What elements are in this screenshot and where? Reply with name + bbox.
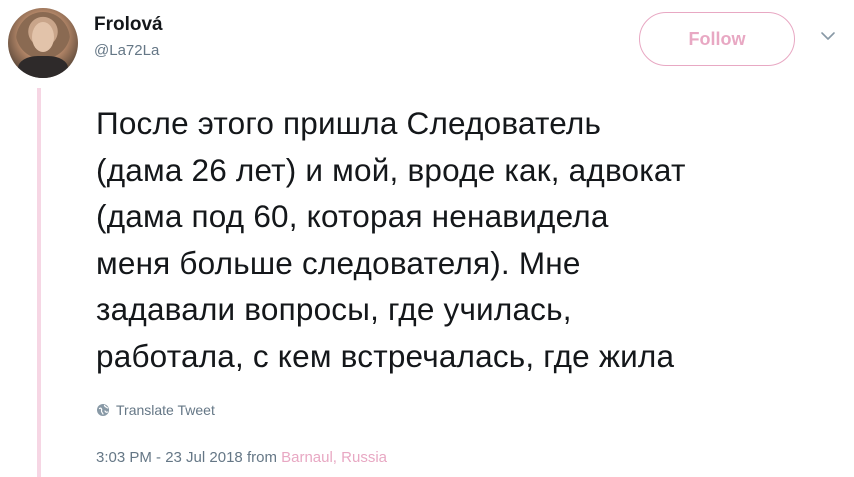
thread-line <box>37 88 41 477</box>
translate-tweet-link[interactable]: Translate Tweet <box>96 402 215 418</box>
from-label: from <box>246 449 277 466</box>
tweet-location[interactable]: Barnaul, Russia <box>281 449 387 466</box>
translate-label: Translate Tweet <box>116 402 215 418</box>
avatar-face <box>32 22 54 52</box>
avatar[interactable] <box>8 8 78 78</box>
follow-button[interactable]: Follow <box>639 12 795 66</box>
tweet-time[interactable]: 3:03 PM - 23 Jul 2018 <box>96 449 243 466</box>
chevron-down-icon[interactable] <box>820 30 836 42</box>
author-name[interactable]: Frolová <box>94 14 163 36</box>
author-handle[interactable]: @La72La <box>94 42 159 59</box>
tweet-metadata: 3:03 PM - 23 Jul 2018 from Barnaul, Russ… <box>96 449 387 466</box>
avatar-body <box>18 56 68 78</box>
tweet-text: После этого пришла Следователь (дама 26 … <box>96 105 686 374</box>
globe-icon <box>97 404 109 416</box>
